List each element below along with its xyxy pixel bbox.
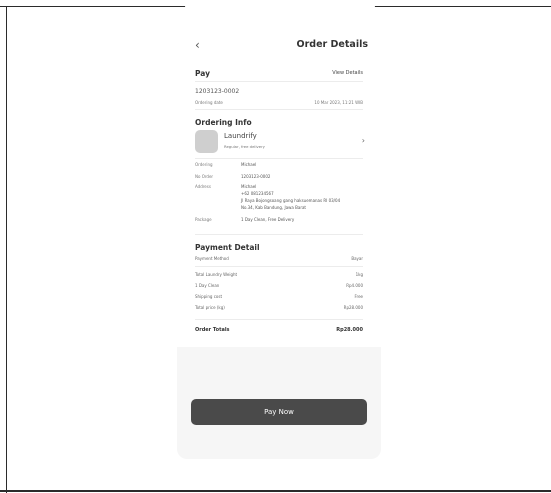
address-line-1: Jl Raya Bojongsoang gang haksuemanas RI … (241, 198, 341, 203)
payment-method-value: Bayar (351, 256, 363, 261)
address-label: Address (195, 184, 211, 189)
price-row-value: Free (354, 294, 364, 299)
divider (195, 158, 363, 159)
phone-screen: ‹ Order Details Pay View Details 1203123… (177, 14, 381, 459)
ordering-info-title: Ordering Info (195, 118, 252, 127)
view-details-link[interactable]: View Details (332, 70, 363, 76)
ordering-date-value: 10 Mar 2023, 11:21 WIB (314, 100, 363, 105)
no-order-label: No Order (195, 174, 214, 179)
divider (195, 81, 363, 82)
price-row-label: Shipping cost (195, 294, 223, 299)
service-name: Laundrify (224, 132, 257, 140)
ordering-date-label: Ordering date (195, 100, 223, 105)
price-row-value: Rp4.000 (346, 283, 363, 288)
frame-bottom-border (0, 490, 551, 492)
chevron-right-icon[interactable]: › (362, 136, 365, 145)
frame-left-border (6, 6, 7, 493)
no-order-value: 1203123-0002 (241, 174, 271, 179)
address-line-2: No.34, Kab Bandung, Jawa Barat (241, 205, 306, 210)
divider (195, 319, 363, 320)
divider (195, 234, 363, 235)
pay-section-title: Pay (195, 69, 211, 78)
order-id: 1203123-0002 (195, 88, 240, 95)
package-label: Package (195, 217, 212, 222)
package-value: 1 Day Clean, Free Delivery (241, 217, 295, 222)
payment-method-label: Payment Method (195, 256, 229, 261)
ordering-label: Ordering (195, 162, 213, 167)
service-thumbnail (195, 130, 218, 153)
order-totals-value: Rp28.000 (336, 327, 363, 333)
page-title: Order Details (296, 39, 368, 50)
ordering-value: Michael (241, 162, 257, 167)
service-subtitle: Regular, free delivery (224, 144, 265, 149)
price-row-label: Total price (kg) (195, 305, 225, 310)
divider (195, 109, 363, 110)
price-row-label: Total Laundry Weight (195, 272, 238, 277)
price-row-value: Rp28.000 (343, 305, 363, 310)
address-name: Michael (241, 184, 257, 189)
phone-top-cap (185, 4, 375, 10)
pay-now-button[interactable]: Pay Now (191, 399, 367, 425)
divider (195, 266, 363, 267)
address-phone: +62 081234567 (241, 191, 274, 196)
payment-detail-title: Payment Detail (195, 243, 260, 252)
chevron-left-icon[interactable]: ‹ (195, 38, 200, 52)
price-row-value: 1kg (355, 272, 363, 277)
order-totals-label: Order Totals (195, 327, 230, 333)
price-row-label: 1 Day Clean (195, 283, 220, 288)
